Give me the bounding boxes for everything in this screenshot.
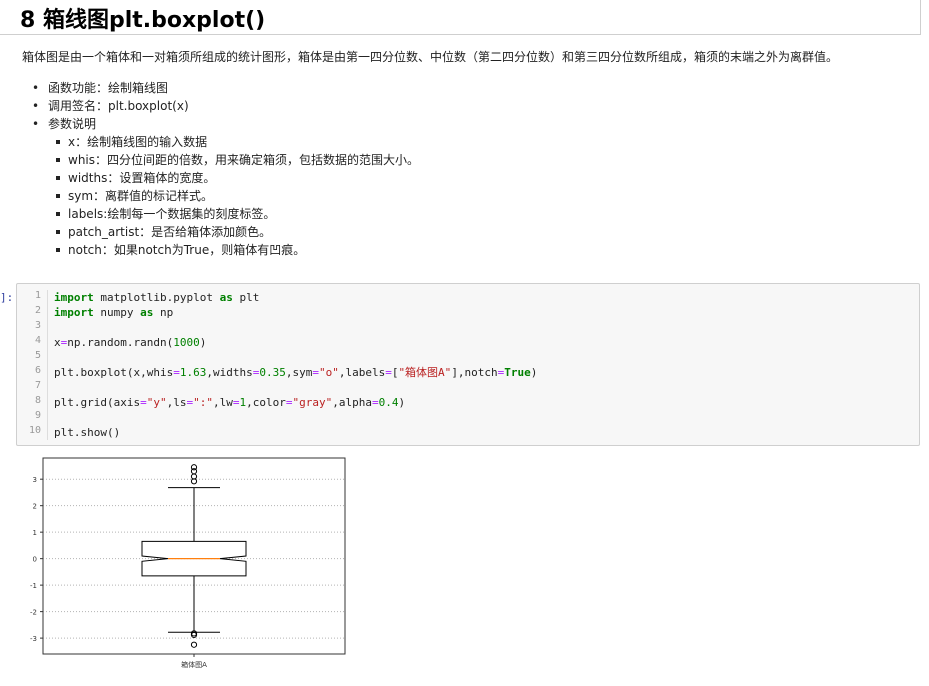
line-number: 2 [34,305,41,316]
bullet-list: 函数功能：绘制箱线图 调用签名：plt.boxplot(x) 参数说明 x：绘制… [30,79,419,257]
x-tick-label: 箱体图A [181,660,207,669]
y-tick-label: -1 [30,582,37,590]
line-number: 7 [34,380,41,391]
param-item: labels:绘制每一个数据集的刻度标签。 [48,205,419,223]
y-tick-label: 0 [33,556,37,564]
code-line: plt.show() [54,426,121,439]
code-line: plt.boxplot(x,whis=1.63,widths=0.35,sym=… [54,366,538,379]
param-item: patch_artist：是否给箱体添加颜色。 [48,223,419,241]
line-number: 9 [34,410,41,421]
code-line: import matplotlib.pyplot as plt [54,291,260,304]
line-number: 5 [34,350,41,361]
line-number: 1 [34,290,41,301]
line-number: 8 [34,395,41,406]
code-line: x=np.random.randn(1000) [54,336,207,349]
bullet-item: 调用签名：plt.boxplot(x) [30,97,419,115]
bullet-item: 参数说明 x：绘制箱线图的输入数据 whis：四分位间距的倍数，用来确定箱须，包… [30,115,419,257]
description-text: 箱体图是由一个箱体和一对箱须所组成的统计图形，箱体是由第一四分位数、中位数（第二… [22,50,839,64]
boxplot-chart: -3 -2 -1 0 1 2 3 箱体图A [30,457,346,669]
param-list: x：绘制箱线图的输入数据 whis：四分位间距的倍数，用来确定箱须，包括数据的范… [48,133,419,259]
bullet-text: 函数功能：绘制箱线图 [48,81,169,95]
code-cell[interactable]: 1 2 3 4 5 6 7 8 9 10 import matplotlib.pyplot as … [16,283,920,446]
line-number: 10 [28,425,41,436]
y-tick-label: -2 [30,609,37,617]
code-line: plt.grid(axis="y",ls=":",lw=1,color="gra… [54,396,406,409]
param-item: whis：四分位间距的倍数，用来确定箱须，包括数据的范围大小。 [48,151,419,169]
y-tick-label: 3 [33,476,37,484]
y-tick-label: 2 [33,503,37,511]
output-area: -3 -2 -1 0 1 2 3 箱体图A [25,452,355,682]
cell-prompt: ]: [0,291,14,304]
bullet-item: 函数功能：绘制箱线图 [30,79,419,97]
line-number: 4 [34,335,41,346]
bullet-text: 参数说明 [48,117,97,131]
line-number: 3 [34,320,41,331]
bullet-text: 调用签名：plt.boxplot(x) [48,99,189,113]
line-number-gutter: 1 2 3 4 5 6 7 8 9 10 [17,290,48,440]
markdown-title-cell[interactable]: 8 箱线图plt.boxplot() [0,0,921,35]
param-item: sym：离群值的标记样式。 [48,187,419,205]
y-tick-label: -3 [30,635,37,643]
y-tick-label: 1 [33,529,37,537]
param-item: notch：如果notch为True，则箱体有凹痕。 [48,241,419,259]
param-item: widths：设置箱体的宽度。 [48,169,419,187]
line-number: 6 [34,365,41,376]
param-item: x：绘制箱线图的输入数据 [48,133,419,151]
code-line: import numpy as np [54,306,174,319]
section-title: 8 箱线图plt.boxplot() [20,8,266,33]
